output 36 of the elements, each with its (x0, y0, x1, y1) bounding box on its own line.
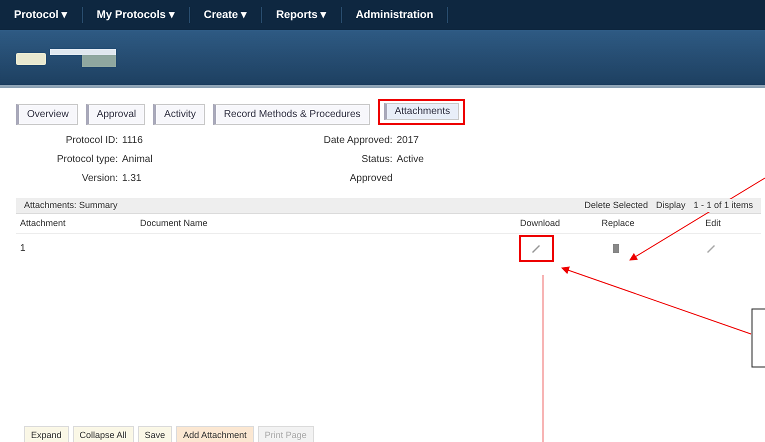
menu-item[interactable]: Create ▾ (190, 6, 262, 24)
pencil-icon[interactable] (530, 242, 542, 254)
field-label: Status: (360, 153, 393, 167)
column-header[interactable]: Edit (676, 216, 746, 230)
callout-box (752, 308, 765, 368)
field-label: Version: (80, 172, 118, 186)
field-label: Protocol ID: (64, 134, 118, 148)
grid-title: Attachments: Summary (24, 198, 118, 212)
menu-item[interactable]: Protocol ▾ (0, 6, 83, 24)
field-label: Protocol type: (56, 153, 118, 167)
menu-item[interactable]: Reports ▾ (262, 6, 342, 24)
trash-icon[interactable] (610, 242, 622, 254)
button[interactable]: Add Attachment (176, 426, 254, 442)
menu-item[interactable]: My Protocols ▾ (82, 6, 190, 24)
column-header[interactable]: Document Name (136, 216, 516, 230)
tab[interactable]: Approval (86, 104, 146, 125)
tab[interactable]: Overview (16, 104, 78, 125)
pencil-icon[interactable] (705, 242, 717, 254)
field-value: Animal (122, 153, 153, 167)
field-value: 1116 (122, 134, 143, 148)
field-label: Date Approved: (322, 134, 393, 148)
button[interactable]: Save (138, 426, 172, 442)
field-value: 1.31 (122, 172, 142, 186)
menu-item[interactable]: Administration (342, 6, 448, 24)
field-label: Approved (348, 172, 393, 186)
pager-text: Display (656, 198, 686, 212)
tab[interactable]: Activity (153, 104, 205, 125)
tab[interactable]: Attachments (384, 103, 460, 120)
field-value: 2017 (396, 134, 419, 148)
button[interactable]: Collapse All (72, 426, 134, 442)
table-cell-text: 1 (19, 242, 27, 256)
column-header[interactable]: Attachment (16, 216, 136, 230)
field-value: Active (396, 153, 424, 167)
pager-text: 1 - 1 of 1 items (693, 198, 753, 212)
tab[interactable]: Record Methods & Procedures (212, 104, 370, 125)
button[interactable]: Expand (24, 426, 69, 442)
